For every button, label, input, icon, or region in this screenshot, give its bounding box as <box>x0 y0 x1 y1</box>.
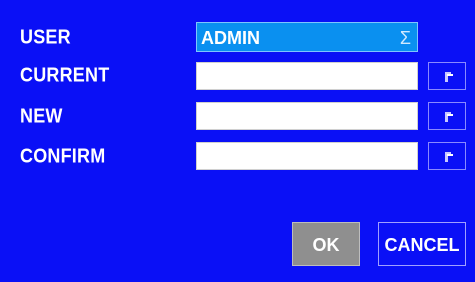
user-label: USER <box>20 25 71 49</box>
ok-button[interactable]: OK <box>292 222 360 266</box>
confirm-password-field[interactable] <box>196 142 418 170</box>
keyboard-icon <box>445 152 453 162</box>
keyboard-icon <box>445 112 453 122</box>
new-keyboard-button[interactable] <box>428 102 466 130</box>
user-select-value: ADMIN <box>201 28 260 48</box>
sigma-dropdown-icon: Σ <box>399 28 411 48</box>
user-select[interactable]: ADMIN Σ <box>196 22 418 52</box>
current-password-field[interactable] <box>196 62 418 90</box>
confirm-label: CONFIRM <box>20 144 106 168</box>
current-keyboard-button[interactable] <box>428 62 466 90</box>
new-password-field[interactable] <box>196 102 418 130</box>
keyboard-icon <box>445 72 453 82</box>
confirm-keyboard-button[interactable] <box>428 142 466 170</box>
new-label: NEW <box>20 104 63 128</box>
current-label: CURRENT <box>20 63 110 87</box>
cancel-button[interactable]: CANCEL <box>378 222 466 266</box>
password-dialog: USER CURRENT NEW CONFIRM ADMIN Σ OK CANC… <box>0 0 475 282</box>
